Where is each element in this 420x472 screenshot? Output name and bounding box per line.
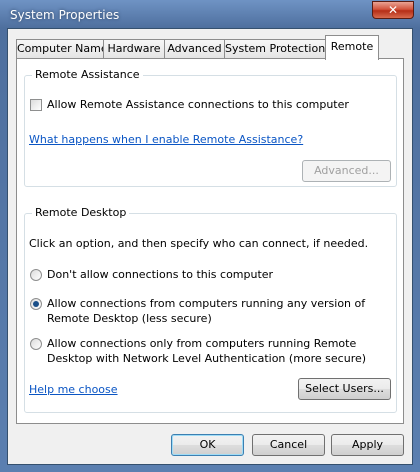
remote-assistance-group-label: Remote Assistance	[32, 68, 143, 81]
remote-desktop-group: Remote Desktop Click an option, and then…	[24, 206, 397, 413]
option-allow-nla-line2[interactable]: Desktop with Network Level Authenticatio…	[47, 352, 366, 365]
cancel-button[interactable]: Cancel	[252, 434, 325, 456]
dialog-client-area: Computer Name Hardware Advanced System P…	[7, 28, 413, 465]
close-button[interactable]: ✕	[372, 1, 414, 19]
window-title: System Properties	[10, 8, 120, 22]
option-allow-any-version-line1[interactable]: Allow connections from computers running…	[47, 297, 365, 310]
allow-remote-assistance-label[interactable]: Allow Remote Assistance connections to t…	[47, 98, 349, 111]
select-users-button[interactable]: Select Users...	[298, 378, 391, 400]
remote-assistance-help-link[interactable]: What happens when I enable Remote Assist…	[29, 133, 303, 146]
close-icon: ✕	[387, 3, 399, 17]
allow-remote-assistance-checkbox[interactable]	[30, 99, 42, 111]
remote-desktop-group-label: Remote Desktop	[32, 206, 130, 219]
system-properties-window: System Properties ✕ Computer Name Hardwa…	[0, 0, 420, 472]
tab-system-protection[interactable]: System Protection	[224, 39, 326, 59]
option-allow-nla-line1[interactable]: Allow connections only from computers ru…	[47, 337, 356, 350]
ok-button[interactable]: OK	[171, 434, 244, 456]
radio-allow-nla-only[interactable]	[30, 338, 42, 350]
advanced-button[interactable]: Advanced...	[302, 160, 391, 182]
title-bar[interactable]: System Properties ✕	[0, 0, 420, 30]
option-allow-any-version-line2[interactable]: Remote Desktop (less secure)	[47, 312, 212, 325]
tab-remote[interactable]: Remote	[325, 35, 379, 60]
apply-button[interactable]: Apply	[331, 434, 404, 456]
tab-advanced[interactable]: Advanced	[164, 39, 225, 59]
help-me-choose-link[interactable]: Help me choose	[29, 383, 118, 396]
radio-allow-any-version[interactable]	[30, 298, 42, 310]
remote-tab-panel: Remote Assistance Allow Remote Assistanc…	[16, 58, 404, 424]
remote-desktop-instruction: Click an option, and then specify who ca…	[29, 237, 369, 250]
radio-dont-allow[interactable]	[30, 269, 42, 281]
option-dont-allow-label[interactable]: Don't allow connections to this computer	[47, 268, 273, 281]
tab-hardware[interactable]: Hardware	[103, 39, 165, 59]
tab-computer-name[interactable]: Computer Name	[16, 39, 108, 59]
remote-assistance-group: Remote Assistance Allow Remote Assistanc…	[24, 68, 397, 187]
